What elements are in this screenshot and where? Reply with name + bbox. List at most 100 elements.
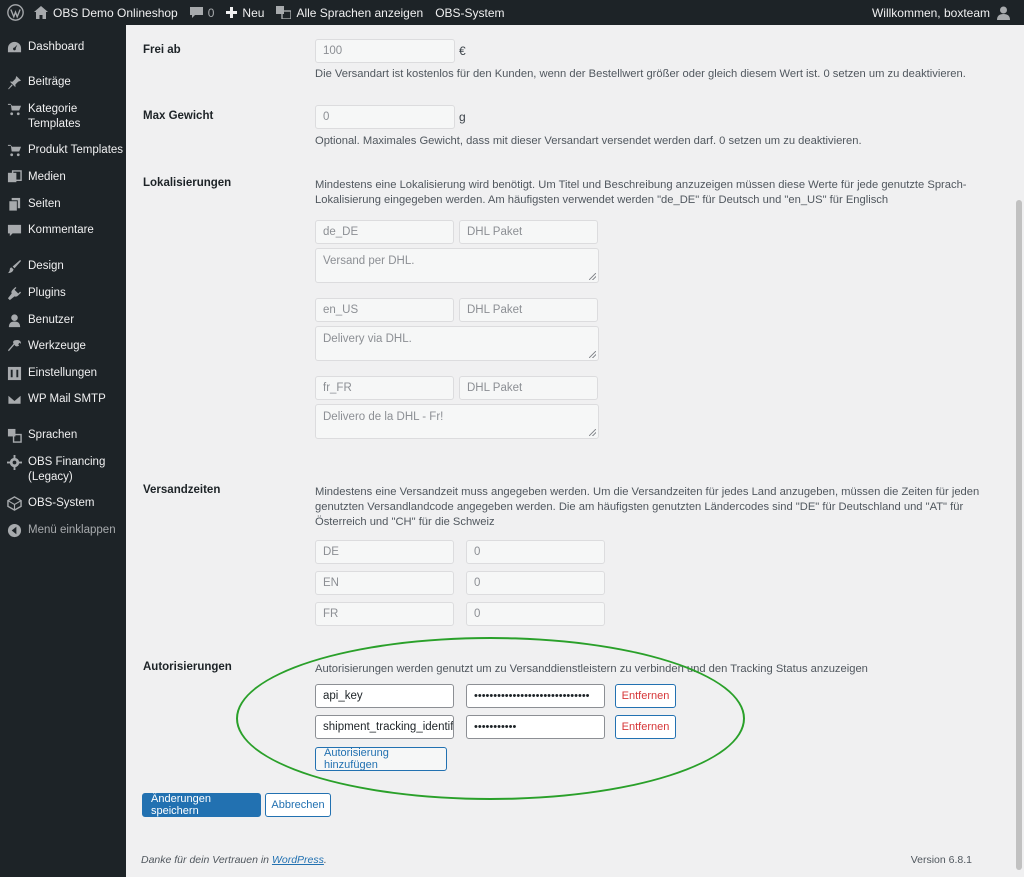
plus-icon — [226, 7, 238, 18]
remove-authorization-button[interactable]: Entfernen — [615, 715, 676, 739]
admin-sidebar: Dashboard Beiträge Kategorie Templates P… — [0, 25, 126, 877]
mail-icon — [0, 392, 28, 407]
sidebar-item-label: Sprachen — [28, 429, 78, 441]
footer-suffix: . — [323, 854, 327, 866]
sidebar-item-users[interactable]: Benutzer — [0, 313, 126, 328]
sidebar-item-settings[interactable]: Einstellungen — [0, 366, 126, 381]
sidebar-item-media[interactable]: Medien — [0, 170, 126, 185]
sidebar-item-label: Plugins — [28, 287, 66, 299]
delivery-times-description-line1: Mindestens eine Versandzeit muss angegeb… — [315, 486, 980, 498]
sidebar-item-posts[interactable]: Beiträge — [0, 75, 126, 90]
max-weight-description: Optional. Maximales Gewicht, dass mit di… — [315, 135, 862, 147]
save-changes-button[interactable]: Änderungen speichern — [142, 793, 261, 817]
sidebar-item-tools[interactable]: Werkzeuge — [0, 339, 126, 354]
collapse-icon — [0, 523, 28, 538]
add-authorization-button[interactable]: Autorisierung hinzufügen — [315, 747, 447, 771]
brush-icon — [0, 259, 28, 274]
sidebar-item-dashboard[interactable]: Dashboard — [0, 40, 126, 55]
localization-text-input[interactable]: Delivero de la DHL - Fr! — [315, 404, 599, 439]
account-menu[interactable]: Willkommen, boxteam — [866, 0, 1024, 25]
localization-title-input[interactable]: DHL Paket — [459, 376, 598, 400]
translate-icon — [276, 6, 292, 19]
delivery-country-input[interactable]: DE — [315, 540, 454, 564]
sidebar-item-label: Design — [28, 260, 64, 272]
delivery-times-description-line2: genutzten Versandlandcode angegeben werd… — [315, 501, 964, 513]
localization-text-input[interactable]: Versand per DHL. — [315, 248, 599, 283]
wrench-icon — [0, 339, 28, 354]
comments-count: 0 — [207, 5, 215, 20]
languages-label: Alle Sprachen anzeigen — [296, 5, 424, 20]
scrollbar-thumb[interactable] — [1016, 200, 1022, 870]
obs-system-label: OBS-System — [435, 5, 505, 20]
comments-link[interactable]: 0 — [184, 0, 221, 25]
sidebar-item-obs-system[interactable]: OBS-System — [0, 496, 126, 511]
wordpress-link[interactable]: WordPress — [272, 854, 324, 866]
remove-authorization-button[interactable]: Entfernen — [615, 684, 676, 708]
sidebar-item-product-templates[interactable]: Produkt Templates — [0, 143, 126, 158]
localization-locale-input[interactable]: de_DE — [315, 220, 454, 244]
translate-icon — [0, 428, 28, 443]
languages-link[interactable]: Alle Sprachen anzeigen — [270, 0, 429, 25]
delivery-country-input[interactable]: EN — [315, 571, 454, 595]
authorizations-description: Autorisierungen werden genutzt um zu Ver… — [315, 663, 868, 675]
new-label: Neu — [242, 5, 265, 20]
delivery-times-label: Versandzeiten — [143, 484, 221, 496]
free-from-description: Die Versandart ist kostenlos für den Kun… — [315, 68, 966, 80]
pin-icon — [0, 75, 28, 90]
delivery-days-input[interactable]: 0 — [466, 540, 605, 564]
localization-locale-input[interactable]: fr_FR — [315, 376, 454, 400]
sidebar-item-obs-financing[interactable]: OBS Financing (Legacy) — [0, 455, 126, 485]
sidebar-item-label: WP Mail SMTP — [28, 393, 106, 405]
localization-title-input[interactable]: DHL Paket — [459, 298, 598, 322]
sidebar-item-wp-mail-smtp[interactable]: WP Mail SMTP — [0, 392, 126, 407]
delivery-days-input[interactable]: 0 — [466, 602, 605, 626]
comment-icon — [0, 223, 28, 238]
footer-thanks-text: Danke für dein Vertrauen in — [141, 854, 270, 866]
delivery-country-input[interactable]: FR — [315, 602, 454, 626]
sidebar-item-label: Beiträge — [28, 76, 71, 88]
footer-thanks: Danke für dein Vertrauen in WordPress. — [141, 854, 327, 866]
comment-icon — [189, 6, 203, 19]
pages-icon — [0, 197, 28, 212]
welcome-text: Willkommen, boxteam — [871, 5, 990, 20]
localization-title-input[interactable]: DHL Paket — [459, 220, 598, 244]
wordpress-logo-icon[interactable] — [2, 0, 28, 25]
cart-icon — [0, 102, 28, 117]
authorization-secret-input[interactable]: ••••••••••• — [466, 715, 605, 739]
plugin-icon — [0, 286, 28, 301]
page-scrollbar[interactable] — [1013, 25, 1024, 877]
sidebar-item-label: OBS-System — [28, 497, 95, 509]
free-from-unit: € — [459, 44, 466, 58]
sidebar-item-plugins[interactable]: Plugins — [0, 286, 126, 301]
authorization-secret-input[interactable]: •••••••••••••••••••••••••••••• — [466, 684, 605, 708]
localizations-label: Lokalisierungen — [143, 177, 232, 189]
delivery-times-description-line3: Österreich und "CH" für die Schweiz — [315, 516, 495, 528]
site-name: OBS Demo Onlineshop — [53, 5, 178, 20]
sidebar-item-label: Dashboard — [28, 41, 85, 53]
delivery-days-input[interactable]: 0 — [466, 571, 605, 595]
authorization-key-input[interactable]: shipment_tracking_identif — [315, 715, 454, 739]
localization-locale-input[interactable]: en_US — [315, 298, 454, 322]
sidebar-item-category-templates[interactable]: Kategorie Templates — [0, 102, 126, 132]
sidebar-item-design[interactable]: Design — [0, 259, 126, 274]
authorizations-label: Autorisierungen — [143, 661, 232, 673]
max-weight-input[interactable]: 0 — [315, 105, 455, 129]
obs-system-link[interactable]: OBS-System — [429, 0, 510, 25]
free-from-label: Frei ab — [143, 44, 181, 56]
sidebar-collapse-button[interactable]: Menü einklappen — [0, 523, 126, 538]
authorization-key-input[interactable]: api_key — [315, 684, 454, 708]
localization-text-input[interactable]: Delivery via DHL. — [315, 326, 599, 361]
sidebar-item-label: Kommentare — [28, 224, 94, 236]
site-name-link[interactable]: OBS Demo Onlineshop — [28, 0, 184, 25]
new-content-link[interactable]: Neu — [220, 0, 270, 25]
footer-version: Version 6.8.1 — [910, 854, 972, 866]
free-from-input[interactable]: 100 — [315, 39, 455, 63]
settings-icon — [0, 366, 28, 381]
sidebar-item-comments[interactable]: Kommentare — [0, 223, 126, 238]
cube-icon — [0, 496, 28, 511]
sidebar-item-pages[interactable]: Seiten — [0, 197, 126, 212]
cancel-button[interactable]: Abbrechen — [265, 793, 331, 817]
sidebar-item-label: Benutzer — [28, 314, 75, 326]
sidebar-item-languages[interactable]: Sprachen — [0, 428, 126, 443]
sidebar-item-label: Produkt Templates — [28, 144, 124, 156]
